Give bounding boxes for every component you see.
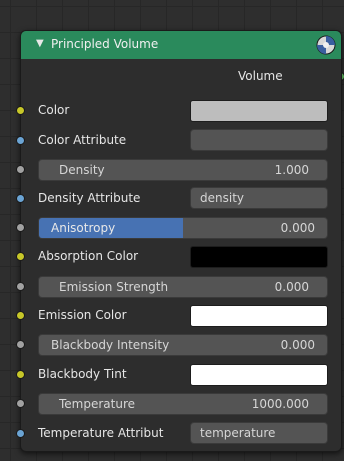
temperature-value: 1000.000 <box>251 397 309 411</box>
volume-output-label: Volume <box>238 69 283 83</box>
density-field[interactable]: Density 1.000 <box>38 159 328 181</box>
collapse-arrow-icon[interactable]: ▼ <box>36 37 44 51</box>
emission-strength-field[interactable]: Emission Strength 0.000 <box>38 276 328 298</box>
absorption-color-socket[interactable] <box>16 252 25 261</box>
temperature-field[interactable]: Temperature 1000.000 <box>38 393 328 415</box>
blackbody-tint-socket[interactable] <box>16 370 25 379</box>
density-attribute-label: Density Attribute <box>38 191 141 205</box>
absorption-color-swatch[interactable] <box>190 246 328 268</box>
density-value: 1.000 <box>274 163 309 177</box>
density-attribute-field[interactable]: density <box>190 187 328 209</box>
temperature-attribute-field[interactable]: temperature <box>190 422 328 444</box>
emission-strength-socket[interactable] <box>16 282 25 291</box>
anisotropy-socket[interactable] <box>16 223 25 232</box>
temperature-attribute-value: temperature <box>200 426 276 440</box>
density-label: Density <box>59 163 105 177</box>
temperature-attribute-socket[interactable] <box>16 429 25 438</box>
temperature-socket[interactable] <box>16 399 25 408</box>
emission-color-socket[interactable] <box>16 311 25 320</box>
emission-color-label: Emission Color <box>38 308 127 322</box>
density-socket[interactable] <box>16 165 25 174</box>
emission-strength-value: 0.000 <box>274 280 309 294</box>
temperature-attribute-label: Temperature Attribut <box>38 426 164 440</box>
anisotropy-slider[interactable]: Anisotropy 0.000 <box>38 217 328 239</box>
color-label: Color <box>38 103 70 117</box>
emission-color-swatch[interactable] <box>190 305 328 327</box>
color-attribute-socket[interactable] <box>16 136 25 145</box>
color-socket[interactable] <box>16 106 25 115</box>
preview-sphere-icon[interactable] <box>316 35 336 55</box>
blackbody-intensity-socket[interactable] <box>16 340 25 349</box>
emission-strength-label: Emission Strength <box>59 280 169 294</box>
density-attribute-value: density <box>200 191 244 205</box>
principled-volume-node[interactable]: ▼ Principled Volume Volume <box>20 30 342 452</box>
density-attribute-socket[interactable] <box>16 194 25 203</box>
blackbody-intensity-label: Blackbody Intensity <box>51 338 170 352</box>
anisotropy-value: 0.000 <box>280 221 315 235</box>
color-swatch[interactable] <box>190 100 328 122</box>
color-attribute-label: Color Attribute <box>38 133 127 147</box>
node-title: Principled Volume <box>51 37 159 51</box>
node-header[interactable]: ▼ Principled Volume <box>21 31 341 59</box>
anisotropy-label: Anisotropy <box>51 221 116 235</box>
blackbody-tint-label: Blackbody Tint <box>38 367 127 381</box>
color-attribute-field[interactable] <box>190 129 328 151</box>
temperature-label: Temperature <box>59 397 136 411</box>
absorption-color-label: Absorption Color <box>38 249 139 263</box>
blackbody-intensity-value: 0.000 <box>280 338 315 352</box>
blackbody-intensity-field[interactable]: Blackbody Intensity 0.000 <box>38 334 328 356</box>
blackbody-tint-swatch[interactable] <box>190 364 328 386</box>
